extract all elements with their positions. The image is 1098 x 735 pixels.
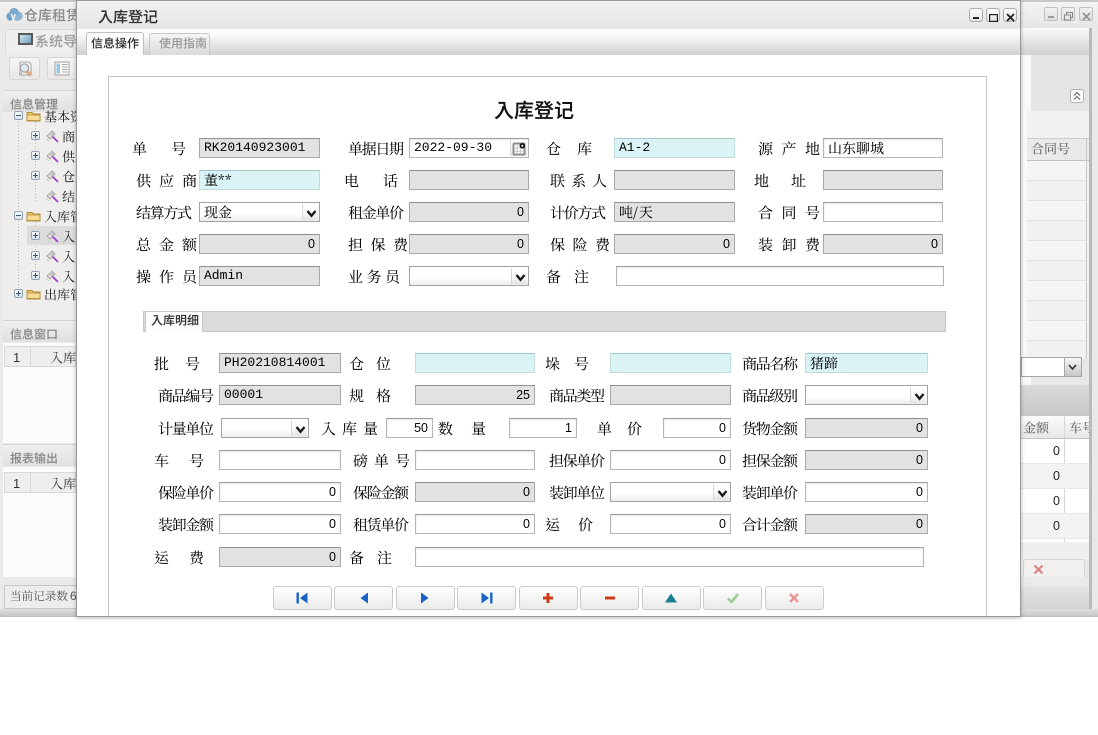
svg-text:y: y: [11, 12, 17, 23]
